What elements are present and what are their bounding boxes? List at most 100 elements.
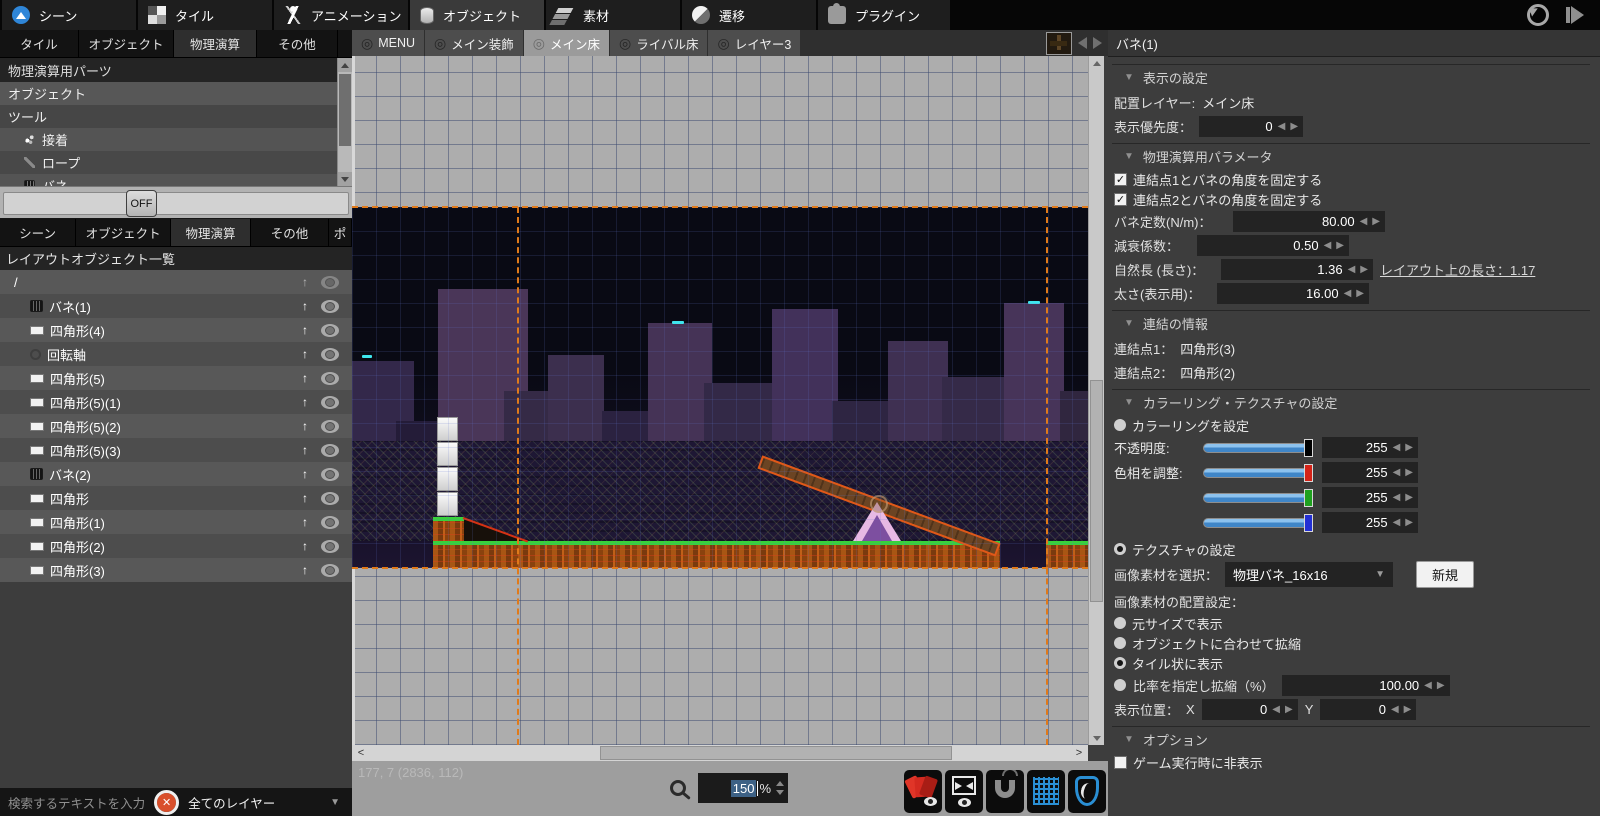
list-item[interactable]: 四角形(2) ↑ [0,534,352,558]
increment-icon[interactable]: ▶ [1405,517,1413,528]
menu-material[interactable]: 素材 [546,0,680,30]
section-display[interactable]: ▼ 表示の設定 [1112,64,1590,90]
decrement-icon[interactable]: ◀ [1272,704,1280,715]
move-up-icon[interactable]: ↑ [298,371,312,385]
move-up-icon[interactable]: ↑ [298,467,312,481]
menu-animation[interactable]: アニメーション [274,0,408,30]
blue-slider[interactable] [1203,518,1313,528]
decrement-icon[interactable]: ◀ [1393,517,1401,528]
scrollbar-thumb[interactable] [339,74,351,146]
increment-icon[interactable]: ▶ [1285,704,1293,715]
slider-handle[interactable] [1304,514,1313,532]
horizontal-scrollbar[interactable]: < > [352,745,1088,761]
list-item[interactable]: 四角形 ↑ [0,486,352,510]
parts-visibility-icon[interactable] [904,770,942,813]
visibility-eye-icon[interactable] [321,420,339,433]
scrollbar-thumb[interactable] [1090,380,1103,602]
opacity-input[interactable]: 255 ◀ ▶ [1322,437,1418,458]
list-item[interactable]: 四角形(5) ↑ [0,366,352,390]
scroll-right-icon[interactable]: > [1072,745,1086,761]
tool-rope[interactable]: ロープ [0,151,352,174]
natural-length-input[interactable]: 1.36 ◀ ▶ [1221,259,1373,280]
scrollbar-thumb[interactable] [600,746,952,760]
visibility-eye-icon[interactable] [321,540,339,553]
move-up-icon[interactable]: ↑ [298,419,312,433]
move-up-icon[interactable]: ↑ [298,347,312,361]
slider-handle[interactable] [1304,439,1313,457]
decrement-icon[interactable]: ◀ [1344,288,1352,299]
coloring-radio[interactable] [1114,419,1126,431]
decrement-icon[interactable]: ◀ [1360,216,1368,227]
layout-length-link[interactable]: レイアウト上の長さ：1.17 [1380,260,1535,279]
hide-on-run-checkbox[interactable]: ✓ [1114,756,1127,769]
slider-handle[interactable] [1304,464,1313,482]
new-material-button[interactable]: 新規 [1416,561,1474,588]
collapse-triangle-icon[interactable]: ▼ [1124,151,1134,162]
position-y-input[interactable]: 0 ◀ ▶ [1320,699,1416,720]
fix-angle1-checkbox[interactable]: ✓ [1114,173,1127,186]
section-options[interactable]: ▼ オプション [1112,726,1590,752]
original-size-radio[interactable] [1114,617,1126,629]
increment-icon[interactable]: ▶ [1336,240,1344,251]
decrement-icon[interactable]: ◀ [1278,121,1286,132]
clear-search-icon[interactable]: ✕ [157,793,176,812]
undo-icon[interactable] [1527,4,1549,26]
visibility-eye-icon[interactable] [321,372,339,385]
visibility-eye-icon[interactable] [321,300,339,313]
visibility-eye-icon[interactable] [321,324,339,337]
scale-ratio-radio[interactable] [1114,679,1126,691]
red-input[interactable]: 255 ◀ ▶ [1322,462,1418,483]
layer-tab-main-floor[interactable]: ◎メイン床 [524,30,609,56]
decrement-icon[interactable]: ◀ [1424,680,1432,691]
spinner-down-icon[interactable] [776,790,784,795]
tab-object2[interactable]: オブジェクト [76,219,171,246]
scene-canvas[interactable] [352,56,1088,745]
increment-icon[interactable]: ▶ [1405,467,1413,478]
search-input[interactable]: 検索するテキストを入力 [8,793,145,812]
toggle-track[interactable] [3,192,349,215]
damping-input[interactable]: 0.50 ◀ ▶ [1197,235,1349,256]
tile-stamp-button[interactable] [1046,32,1072,55]
parts-scrollbar[interactable] [337,58,352,186]
visibility-eye-icon[interactable] [321,468,339,481]
menu-transition[interactable]: 遷移 [682,0,816,30]
scroll-down-icon[interactable] [1089,731,1104,745]
off-toggle-button[interactable]: OFF [126,190,157,217]
layer-tab-main-deco[interactable]: ◎メイン装飾 [425,30,523,56]
section-coloring[interactable]: ▼ カラーリング・テクスチャの設定 [1112,389,1590,415]
list-item-axis[interactable]: 回転軸 ↑ [0,342,352,366]
move-up-icon[interactable]: ↑ [298,323,312,337]
tab-tile[interactable]: タイル [0,30,79,57]
list-item-spring2[interactable]: バネ(2) ↑ [0,462,352,486]
collapse-triangle-icon[interactable]: ▼ [1124,397,1134,408]
collapse-triangle-icon[interactable]: ▼ [1124,318,1134,329]
scale-ratio-input[interactable]: 100.00 ◀ ▶ [1282,675,1450,696]
increment-icon[interactable]: ▶ [1437,680,1445,691]
list-item-spring1[interactable]: バネ(1) ↑ [0,294,352,318]
test-play-icon[interactable] [1571,6,1584,24]
decrement-icon[interactable]: ◀ [1393,492,1401,503]
list-item[interactable]: 四角形(3) ↑ [0,558,352,582]
history-forward-icon[interactable] [1093,37,1102,49]
collision-shield-icon[interactable] [1068,770,1106,813]
opacity-slider[interactable] [1203,443,1313,453]
increment-icon[interactable]: ▶ [1290,121,1298,132]
move-up-icon[interactable]: ↑ [298,443,312,457]
position-x-input[interactable]: 0 ◀ ▶ [1202,699,1298,720]
move-up-icon[interactable]: ↑ [298,515,312,529]
increment-icon[interactable]: ▶ [1372,216,1380,227]
tool-spring[interactable]: バネ [0,174,352,186]
tiled-display-radio[interactable] [1114,657,1126,669]
decrement-icon[interactable]: ◀ [1324,240,1332,251]
menu-object[interactable]: オブジェクト [410,0,544,30]
spring-const-input[interactable]: 80.00 ◀ ▶ [1233,211,1385,232]
connection-visibility-icon[interactable] [945,770,983,813]
layer-tab-rival-floor[interactable]: ◎ライバル床 [610,30,707,56]
blue-input[interactable]: 255 ◀ ▶ [1322,512,1418,533]
visibility-eye-icon[interactable] [321,396,339,409]
priority-input[interactable]: 0 ◀ ▶ [1199,116,1303,137]
increment-icon[interactable]: ▶ [1405,492,1413,503]
increment-icon[interactable]: ▶ [1360,264,1368,275]
decrement-icon[interactable]: ◀ [1393,467,1401,478]
menu-tile[interactable]: タイル [138,0,272,30]
